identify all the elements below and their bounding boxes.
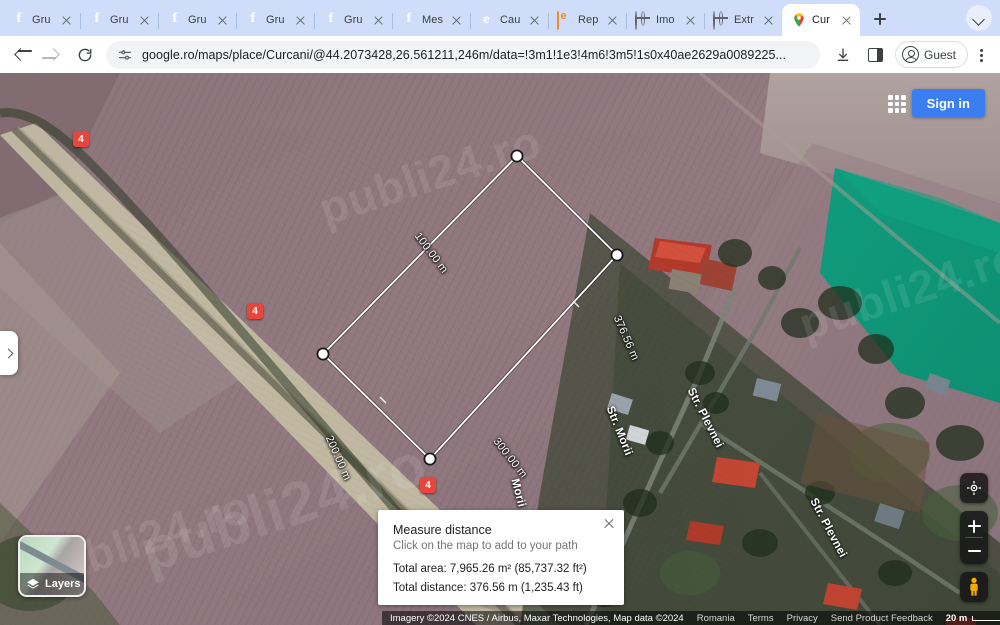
tab-title: Cur xyxy=(812,14,831,26)
browser-tab[interactable]: Extr xyxy=(704,4,782,36)
measure-distance-panel[interactable]: Measure distance Click on the map to add… xyxy=(378,510,624,605)
tab-close-icon[interactable] xyxy=(683,13,698,28)
facebook-icon xyxy=(323,12,339,28)
browser-tab[interactable]: Gru xyxy=(158,4,237,36)
locate-button-group xyxy=(960,473,988,503)
facebook-icon xyxy=(245,12,261,28)
tab-title: Gru xyxy=(32,14,51,26)
close-icon[interactable] xyxy=(600,515,618,533)
reload-button[interactable] xyxy=(70,40,100,70)
measure-panel-subtitle: Click on the map to add to your path xyxy=(393,540,578,552)
browser-tab[interactable]: Gru xyxy=(314,4,393,36)
tab-title: Cau xyxy=(500,14,521,26)
tab-close-icon[interactable] xyxy=(137,13,152,28)
tab-close-icon[interactable] xyxy=(839,13,854,28)
side-panel-icon[interactable] xyxy=(860,40,890,70)
tab-title: Imo xyxy=(656,14,675,26)
tab-title: Gru xyxy=(188,14,207,26)
map-controls xyxy=(960,473,988,602)
total-distance-value: Total distance: 376.56 m (1,235.43 ft) xyxy=(393,582,583,594)
total-area-value: Total area: 7,965.26 m² (85,737.32 ft²) xyxy=(393,563,587,575)
browser-tab[interactable]: Cau xyxy=(470,4,549,36)
zoom-control-group xyxy=(960,511,988,564)
browser-window: Gru Gru Gru Gru Gru Mes Cau e Rep Imo Ex… xyxy=(0,0,1000,625)
road-shield: 4 xyxy=(247,303,263,319)
imagery-credit: Imagery ©2024 CNES / Airbus, Maxar Techn… xyxy=(390,612,684,624)
browser-tab[interactable]: Gru xyxy=(2,4,81,36)
scale-bar: 20 m xyxy=(946,613,1000,624)
site-settings-icon[interactable] xyxy=(117,47,133,63)
tab-title: Mes xyxy=(422,14,444,26)
tab-close-icon[interactable] xyxy=(215,13,230,28)
browser-tab[interactable]: Mes xyxy=(392,4,471,36)
my-location-icon[interactable] xyxy=(960,473,988,503)
profile-guest-button[interactable]: Guest xyxy=(894,41,968,68)
browser-tab[interactable]: Gru xyxy=(236,4,315,36)
tab-strip: Gru Gru Gru Gru Gru Mes Cau e Rep Imo Ex… xyxy=(0,0,1000,36)
tab-close-icon[interactable] xyxy=(761,13,776,28)
scale-bar-line xyxy=(972,615,1000,621)
facebook-icon xyxy=(89,12,105,28)
google-apps-grid-icon[interactable] xyxy=(886,93,908,115)
profile-label: Guest xyxy=(923,47,956,62)
measure-panel-title: Measure distance xyxy=(393,523,492,537)
browser-tab[interactable]: Rep xyxy=(548,4,627,36)
attribution-link-romania[interactable]: Romania xyxy=(697,613,735,624)
facebook-icon xyxy=(401,12,417,28)
browser-toolbar: google.ro/maps/place/Curcani/@44.2073428… xyxy=(0,36,1000,73)
attribution-link-terms[interactable]: Terms xyxy=(748,613,774,624)
url-text: google.ro/maps/place/Curcani/@44.2073428… xyxy=(142,47,787,62)
tab-close-icon[interactable] xyxy=(59,13,74,28)
zoom-out-button[interactable] xyxy=(960,538,988,564)
scale-value: 20 m xyxy=(945,612,968,624)
download-icon[interactable] xyxy=(828,40,858,70)
attribution-link-feedback[interactable]: Send Product Feedback xyxy=(831,613,933,624)
layers-button[interactable]: Layers xyxy=(18,535,86,597)
expand-side-panel-button[interactable] xyxy=(0,331,18,375)
account-circle-icon xyxy=(901,46,919,63)
tab-close-icon[interactable] xyxy=(449,13,464,28)
tab-title: Gru xyxy=(344,14,363,26)
facebook-icon xyxy=(167,12,183,28)
layers-label: Layers xyxy=(45,578,81,590)
layers-icon xyxy=(27,578,39,589)
browser-tab-active[interactable]: Cur xyxy=(782,4,860,36)
new-tab-button[interactable] xyxy=(866,5,894,33)
google-maps-pin-icon xyxy=(791,12,807,28)
orange-e-icon xyxy=(479,12,495,28)
tab-search-chevron-down-icon[interactable] xyxy=(966,5,992,31)
tab-close-icon[interactable] xyxy=(527,13,542,28)
chrome-menu-icon[interactable] xyxy=(970,40,992,70)
forward-button[interactable] xyxy=(38,40,68,70)
back-button[interactable] xyxy=(6,40,36,70)
browser-tab[interactable]: Gru xyxy=(80,4,159,36)
attribution-link-privacy[interactable]: Privacy xyxy=(787,613,818,624)
tab-close-icon[interactable] xyxy=(371,13,386,28)
tab-title: Rep xyxy=(578,14,599,26)
globe-icon xyxy=(713,11,729,30)
layers-overlay: Layers xyxy=(20,573,84,595)
zoom-in-button[interactable] xyxy=(960,511,988,537)
tab-title: Extr xyxy=(734,14,754,26)
browser-tab[interactable]: Imo xyxy=(626,4,705,36)
facebook-icon xyxy=(11,12,27,28)
road-shield: 4 xyxy=(73,131,89,147)
sign-in-button[interactable]: Sign in xyxy=(911,89,985,117)
map-attribution-bar: Imagery ©2024 CNES / Airbus, Maxar Techn… xyxy=(382,611,1000,625)
road-shield: 4 xyxy=(420,477,436,493)
orange-square-e-icon xyxy=(557,11,573,30)
map-viewport[interactable]: publi24.ro publi24.ro publi24.ro publi24… xyxy=(0,73,1000,625)
pegman-street-view-icon[interactable] xyxy=(960,572,988,602)
globe-icon xyxy=(635,11,651,30)
tab-title: Gru xyxy=(110,14,129,26)
tab-close-icon[interactable] xyxy=(605,13,620,28)
tab-title: Gru xyxy=(266,14,285,26)
address-bar[interactable]: google.ro/maps/place/Curcani/@44.2073428… xyxy=(106,40,820,69)
tab-close-icon[interactable] xyxy=(293,13,308,28)
